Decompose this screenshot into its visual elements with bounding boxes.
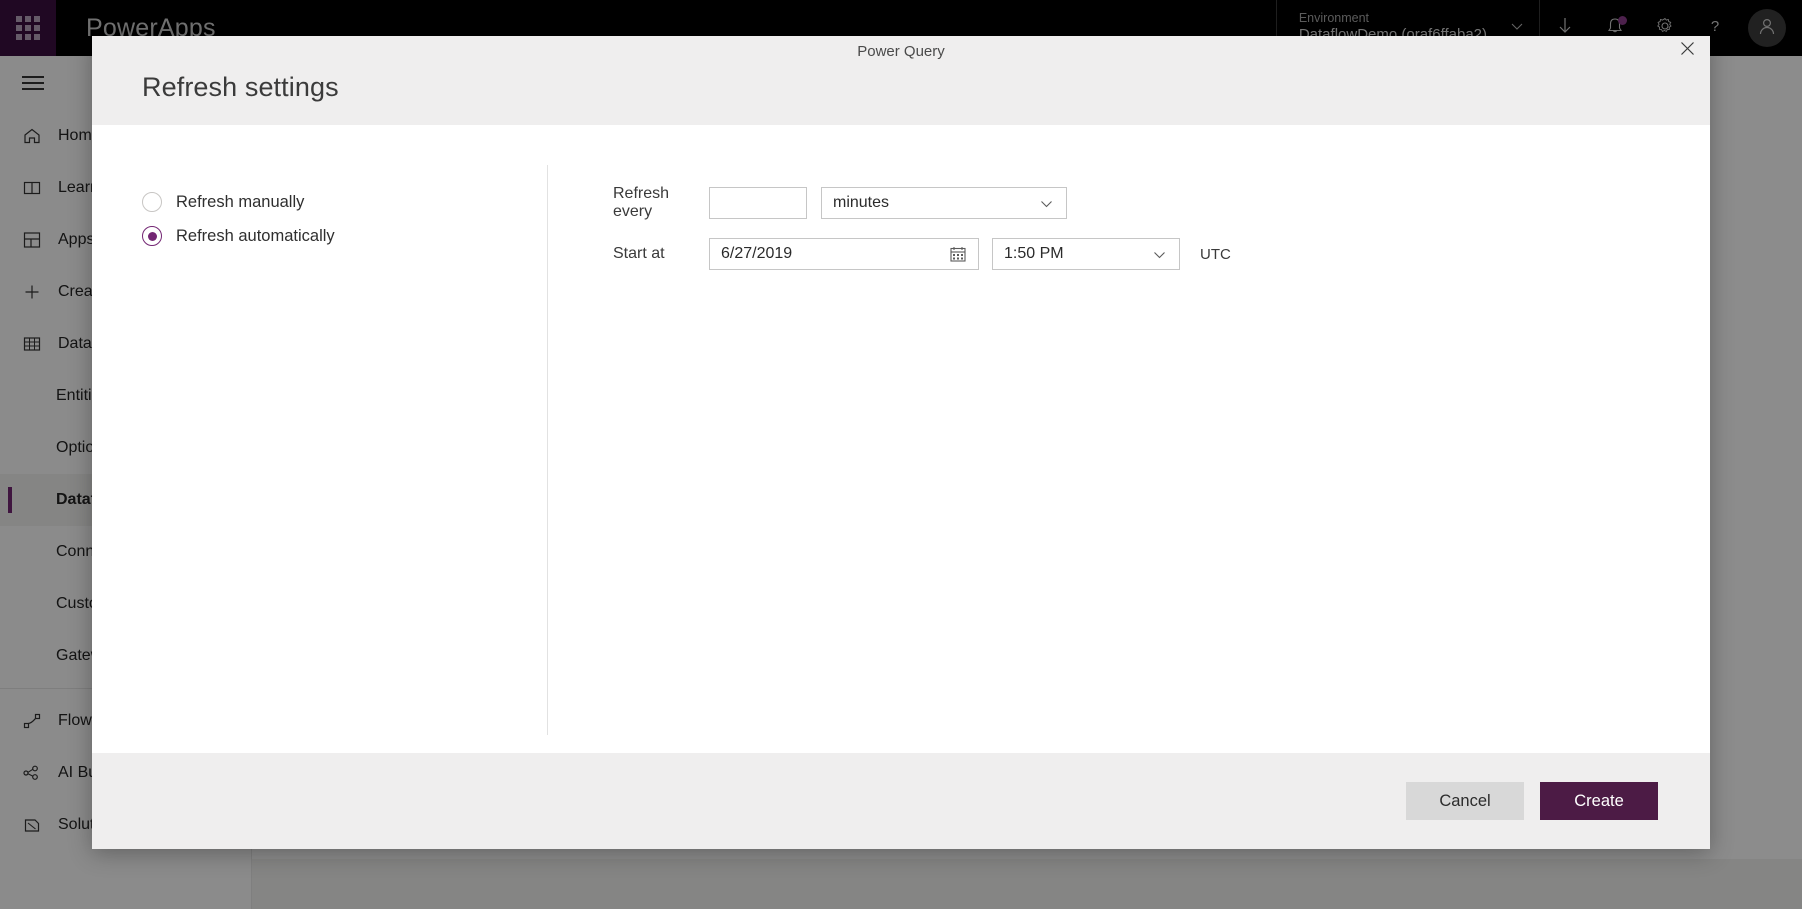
start-date-value: 6/27/2019: [721, 245, 793, 262]
start-time-dropdown[interactable]: 1:50 PM: [992, 238, 1180, 270]
dialog-titlebar: Power Query: [92, 36, 1710, 66]
timezone-label: UTC: [1200, 245, 1231, 263]
start-at-label: Start at: [613, 245, 665, 262]
page-title: Refresh settings: [142, 72, 339, 102]
calendar-icon[interactable]: [949, 245, 967, 263]
close-x-icon: [1680, 41, 1695, 61]
dialog-body: Refresh manually Refresh automatically R…: [92, 125, 1710, 753]
refresh-every-label: Refresh every: [613, 185, 670, 220]
radio-checked-icon: [142, 226, 162, 246]
cancel-button[interactable]: Cancel: [1406, 782, 1524, 820]
radio-unchecked-icon: [142, 192, 162, 212]
chevron-down-icon: [1151, 246, 1168, 263]
refresh-every-input[interactable]: [709, 187, 807, 219]
refresh-mode-pane: Refresh manually Refresh automatically: [92, 185, 547, 753]
start-time-value: 1:50 PM: [1004, 245, 1064, 262]
create-button[interactable]: Create: [1540, 782, 1658, 820]
refresh-settings-dialog: Power Query Refresh settings Refresh man…: [92, 36, 1710, 849]
radio-refresh-automatically[interactable]: Refresh automatically: [142, 219, 547, 253]
refresh-unit-dropdown[interactable]: minutes: [821, 187, 1067, 219]
dialog-header: Refresh settings: [92, 66, 1710, 125]
powerapps-app-root: PowerApps Environment DataflowDemo (oraf…: [0, 0, 1802, 909]
start-at-row: Start at 6/27/2019 1:50 PM UTC: [613, 238, 1710, 270]
start-date-picker[interactable]: 6/27/2019: [709, 238, 979, 270]
radio-refresh-manually[interactable]: Refresh manually: [142, 185, 547, 219]
dialog-window-title: Power Query: [857, 42, 945, 60]
radio-label-manual: Refresh manually: [176, 192, 305, 211]
refresh-every-row: Refresh every minutes: [613, 185, 1710, 221]
close-button[interactable]: [1664, 36, 1710, 66]
chevron-down-icon: [1038, 195, 1055, 212]
schedule-pane: Refresh every minutes Start at 6/27/2019: [548, 185, 1710, 753]
refresh-unit-value: minutes: [833, 194, 890, 211]
radio-label-automatic: Refresh automatically: [176, 226, 335, 245]
dialog-footer: Cancel Create: [92, 753, 1710, 849]
